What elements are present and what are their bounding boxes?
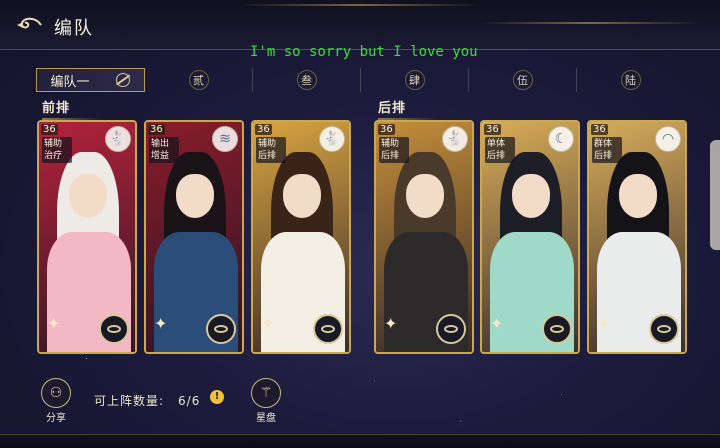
rabbit-icon: 🐇 bbox=[442, 126, 468, 152]
role-tag: 后排 bbox=[594, 151, 613, 161]
role-tags: 辅助 后排 bbox=[256, 137, 286, 163]
wave-icon: ◠ bbox=[655, 126, 681, 152]
tab-team-6[interactable]: 陆 bbox=[577, 68, 684, 92]
back-row-text: 后排 bbox=[378, 101, 407, 116]
role-tag: 后排 bbox=[381, 151, 400, 161]
character-face bbox=[512, 174, 550, 218]
role-tag: 治疗 bbox=[44, 151, 63, 161]
level-badge: 36 bbox=[255, 124, 272, 135]
top-ornament bbox=[240, 4, 480, 6]
edit-circle-icon[interactable] bbox=[116, 73, 131, 87]
equipment-icon[interactable] bbox=[649, 314, 679, 344]
equipment-icon[interactable] bbox=[436, 314, 466, 344]
moon-icon: ☾ bbox=[548, 126, 574, 152]
level-badge: 36 bbox=[378, 124, 395, 135]
top-ornament-right bbox=[480, 22, 700, 24]
front-row-text: 前排 bbox=[42, 101, 71, 116]
sparkle-icon: ✦ bbox=[490, 314, 504, 333]
equipment-icon[interactable] bbox=[313, 314, 343, 344]
tab-label: 叁 bbox=[296, 70, 317, 90]
equipment-icon[interactable] bbox=[99, 314, 129, 344]
role-tags: 单体 后排 bbox=[485, 137, 515, 163]
deploy-count-label: 可上阵数量: bbox=[94, 394, 165, 408]
equipment-icon[interactable] bbox=[206, 314, 236, 344]
character-card[interactable]: 36 辅助 后排 🐇 ✦ bbox=[251, 120, 351, 354]
character-card[interactable]: 36 辅助 治疗 🐇 ✦ bbox=[37, 120, 137, 354]
role-tag: 增益 bbox=[151, 151, 170, 161]
role-tag: 群体 bbox=[594, 139, 613, 149]
back-swirl-icon[interactable] bbox=[14, 14, 44, 36]
level-badge: 36 bbox=[41, 124, 58, 135]
character-card[interactable]: 36 输出 增益 ≋ ✦ bbox=[144, 120, 244, 354]
tab-label: 陆 bbox=[620, 70, 641, 90]
overlay-caption: I'm so sorry but I love you bbox=[250, 44, 478, 60]
character-card[interactable]: 36 辅助 后排 🐇 ✦ bbox=[374, 120, 474, 354]
back-row-label: 后排 bbox=[378, 97, 438, 120]
character-face bbox=[406, 174, 444, 218]
tab-team-3[interactable]: 叁 bbox=[253, 68, 361, 92]
rabbit-icon: 🐇 bbox=[105, 126, 131, 152]
sparkle-icon: ✦ bbox=[597, 314, 611, 333]
page-title: 编队 bbox=[54, 18, 94, 39]
tab-label: 编队一 bbox=[50, 74, 90, 90]
info-icon[interactable]: ! bbox=[210, 390, 224, 404]
character-face bbox=[619, 174, 657, 218]
bottom-bar: ⚇ 分享 可上阵数量: 6/6 ! ⚚ 星盘 bbox=[0, 368, 720, 448]
equipment-icon[interactable] bbox=[542, 314, 572, 344]
role-tags: 辅助 后排 bbox=[379, 137, 409, 163]
share-icon: ⚇ bbox=[41, 378, 71, 408]
tab-team-5[interactable]: 伍 bbox=[469, 68, 577, 92]
rabbit-icon: 🐇 bbox=[319, 126, 345, 152]
role-tag: 后排 bbox=[487, 151, 506, 161]
role-tag: 辅助 bbox=[381, 139, 400, 149]
sparkle-icon: ✦ bbox=[384, 314, 398, 333]
top-bar: 编队 bbox=[0, 0, 720, 50]
role-tag: 辅助 bbox=[44, 139, 63, 149]
fish-icon: ≋ bbox=[212, 126, 238, 152]
role-tag: 输出 bbox=[151, 139, 170, 149]
tab-label: 伍 bbox=[512, 70, 533, 90]
team-tabs: 编队一 贰 叁 肆 伍 陆 bbox=[36, 68, 684, 92]
side-drawer-handle[interactable] bbox=[710, 140, 720, 250]
level-badge: 36 bbox=[591, 124, 608, 135]
role-tags: 输出 增益 bbox=[149, 137, 179, 163]
character-card[interactable]: 36 单体 后排 ☾ ✦ bbox=[480, 120, 580, 354]
footer-ornament bbox=[0, 434, 720, 448]
front-row-label: 前排 bbox=[42, 97, 102, 120]
star-chart-label: 星盘 bbox=[256, 413, 276, 424]
tab-team-1[interactable]: 编队一 bbox=[36, 68, 145, 92]
role-tag: 后排 bbox=[258, 151, 277, 161]
tab-team-2[interactable]: 贰 bbox=[145, 68, 253, 92]
character-card[interactable]: 36 群体 后排 ◠ ✦ bbox=[587, 120, 687, 354]
character-face bbox=[283, 174, 321, 218]
share-button[interactable]: ⚇ 分享 bbox=[38, 378, 74, 424]
role-tag: 单体 bbox=[487, 139, 506, 149]
character-face bbox=[176, 174, 214, 218]
share-label: 分享 bbox=[46, 413, 66, 424]
star-chart-icon: ⚚ bbox=[251, 378, 281, 408]
tab-label: 贰 bbox=[188, 70, 209, 90]
character-face bbox=[69, 174, 107, 218]
level-badge: 36 bbox=[148, 124, 165, 135]
tab-label: 肆 bbox=[404, 70, 425, 90]
role-tags: 辅助 治疗 bbox=[42, 137, 72, 163]
sparkle-icon: ✦ bbox=[154, 314, 168, 333]
tab-team-4[interactable]: 肆 bbox=[361, 68, 469, 92]
role-tag: 辅助 bbox=[258, 139, 277, 149]
deploy-count-value: 6/6 bbox=[178, 394, 201, 408]
role-tags: 群体 后排 bbox=[592, 137, 622, 163]
sparkle-icon: ✦ bbox=[47, 314, 61, 333]
sparkle-icon: ✦ bbox=[261, 314, 275, 333]
level-badge: 36 bbox=[484, 124, 501, 135]
deploy-count: 可上阵数量: 6/6 bbox=[94, 392, 200, 409]
star-chart-button[interactable]: ⚚ 星盘 bbox=[248, 378, 284, 424]
